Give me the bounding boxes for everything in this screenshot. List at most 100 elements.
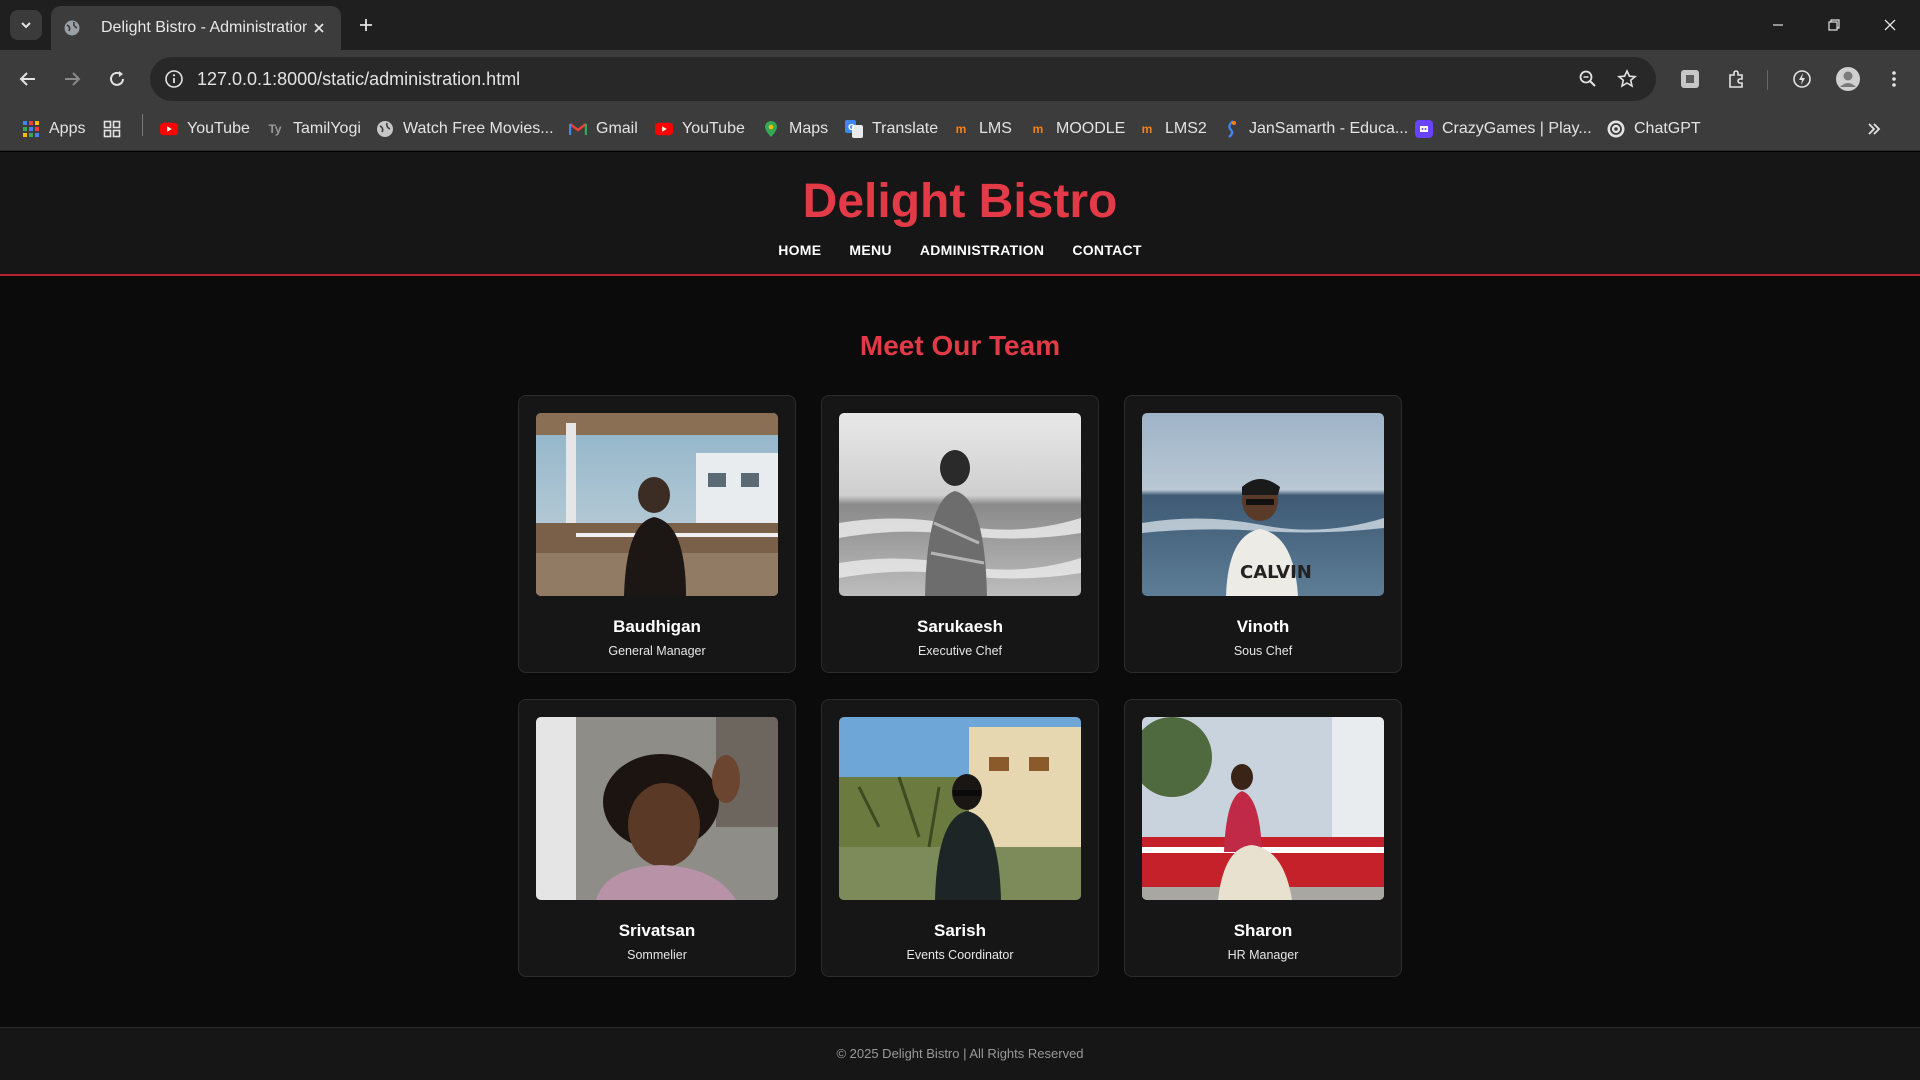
- team-card: Sarish Events Coordinator: [821, 699, 1099, 977]
- team-member-photo: [536, 717, 778, 900]
- site-brand[interactable]: Delight Bistro: [0, 174, 1920, 229]
- reload-button[interactable]: [101, 63, 133, 95]
- bookmark-moodle[interactable]: m MOODLE: [1029, 117, 1126, 141]
- bookmark-lms2[interactable]: m LMS2: [1138, 117, 1207, 141]
- team-card: Srivatsan Sommelier: [518, 699, 796, 977]
- team-card: Sarukaesh Executive Chef: [821, 395, 1099, 673]
- bookmark-label: YouTube: [682, 120, 745, 137]
- bookmark-lms[interactable]: m LMS: [952, 117, 1012, 141]
- minimize-button[interactable]: [1750, 0, 1806, 50]
- bookmark-apps[interactable]: Apps: [22, 117, 85, 141]
- tab-groups-button[interactable]: [103, 117, 130, 141]
- bookmarks-bar: Apps YouTube Ty TamilYogi Watch Free Mov…: [0, 107, 1920, 151]
- nav-administration[interactable]: ADMINISTRATION: [920, 242, 1045, 258]
- bookmark-label: Translate: [872, 120, 939, 137]
- moodle-icon: m: [1032, 122, 1044, 136]
- bookmark-label: LMS2: [1165, 120, 1207, 137]
- plus-icon: [360, 19, 372, 31]
- team-grid: Baudhigan General Manager Sarukaesh Exec…: [518, 395, 1402, 977]
- extensions-puzzle-icon[interactable]: [1720, 63, 1752, 95]
- restore-button[interactable]: [1806, 0, 1862, 50]
- bookmark-youtube-1[interactable]: YouTube: [160, 117, 250, 141]
- apps-grid-icon: [22, 120, 40, 138]
- team-member-photo: [536, 413, 778, 596]
- site-info-icon[interactable]: [160, 65, 188, 93]
- team-member-photo: [1142, 717, 1384, 900]
- main-nav: HOME MENU ADMINISTRATION CONTACT: [0, 242, 1920, 258]
- site-footer: © 2025 Delight Bistro | All Rights Reser…: [0, 1027, 1920, 1080]
- bookmark-crazygames[interactable]: CrazyGames | Play...: [1415, 117, 1592, 141]
- browser-menu-icon[interactable]: [1878, 63, 1910, 95]
- tab-search-button[interactable]: [10, 10, 42, 40]
- team-card: CALVIN Vinoth Sous Chef: [1124, 395, 1402, 673]
- bookmark-jansamarth[interactable]: JanSamarth - Educa...: [1222, 117, 1408, 141]
- bookmark-star-icon[interactable]: [1613, 65, 1641, 93]
- bookmark-watch-free-movies[interactable]: Watch Free Movies...: [376, 117, 554, 141]
- team-member-name: Baudhigan: [613, 617, 701, 636]
- bookmark-label: TamilYogi: [293, 120, 361, 137]
- bookmark-gmail[interactable]: Gmail: [569, 117, 638, 141]
- tab-groups-icon: [103, 120, 121, 138]
- bookmark-youtube-2[interactable]: YouTube: [655, 117, 745, 141]
- tab-close-icon[interactable]: [307, 16, 331, 40]
- bookmark-chatgpt[interactable]: ChatGPT: [1607, 117, 1701, 141]
- chevron-down-icon: [21, 22, 31, 29]
- bookmark-label: MOODLE: [1056, 120, 1126, 137]
- bookmark-tamilyogi[interactable]: Ty TamilYogi: [266, 117, 361, 141]
- performance-icon[interactable]: [1786, 63, 1818, 95]
- chatgpt-icon: [1607, 120, 1625, 138]
- team-member-role: Sous Chef: [1233, 644, 1293, 658]
- team-member-photo: [839, 717, 1081, 900]
- arrow-right-icon: [65, 72, 81, 86]
- address-bar[interactable]: 127.0.0.1:8000/static/administration.htm…: [150, 57, 1656, 101]
- browser-tab-active[interactable]: Delight Bistro - Administration: [51, 6, 341, 50]
- nav-menu[interactable]: MENU: [849, 242, 891, 258]
- team-member-name: Sarish: [934, 921, 986, 940]
- bookmark-translate[interactable]: G Translate: [845, 117, 938, 141]
- bookmark-label: Gmail: [596, 120, 638, 137]
- maps-icon: [762, 120, 780, 138]
- bookmark-label: JanSamarth - Educa...: [1249, 120, 1409, 137]
- new-tab-button[interactable]: [352, 11, 380, 39]
- bookmark-maps[interactable]: Maps: [762, 117, 828, 141]
- moodle-icon: m: [1141, 122, 1153, 136]
- bookmark-label: Watch Free Movies...: [403, 120, 554, 137]
- close-icon: [1884, 19, 1896, 31]
- profile-avatar[interactable]: [1832, 63, 1864, 95]
- bookmark-label: Apps: [49, 120, 86, 137]
- site-header: Delight Bistro HOME MENU ADMINISTRATION …: [0, 152, 1920, 276]
- toolbar-divider: [1767, 70, 1768, 90]
- footer-copyright: © 2025 Delight Bistro | All Rights Reser…: [836, 1046, 1084, 1061]
- back-button[interactable]: [12, 63, 44, 95]
- tab-title: Delight Bistro - Administration: [101, 19, 307, 36]
- close-window-button[interactable]: [1862, 0, 1918, 50]
- team-card: Sharon HR Manager: [1124, 699, 1402, 977]
- arrow-left-icon: [19, 72, 35, 86]
- moodle-icon: m: [955, 122, 967, 136]
- youtube-icon: [655, 120, 673, 138]
- nav-home[interactable]: HOME: [778, 242, 821, 258]
- team-member-role: Executive Chef: [917, 644, 1003, 658]
- forward-button[interactable]: [56, 63, 88, 95]
- translate-icon: G: [845, 120, 863, 138]
- team-member-name: Vinoth: [1236, 617, 1290, 636]
- extension-icon[interactable]: [1674, 63, 1706, 95]
- bookmark-label: LMS: [979, 120, 1012, 137]
- youtube-icon: [160, 120, 178, 138]
- bookmarks-divider: [142, 114, 143, 136]
- url-text[interactable]: 127.0.0.1:8000/static/administration.htm…: [197, 69, 520, 90]
- web-page: Delight Bistro HOME MENU ADMINISTRATION …: [0, 152, 1920, 1080]
- team-member-name: Sarukaesh: [917, 617, 1003, 636]
- team-section-title: Meet Our Team: [859, 330, 1061, 361]
- bookmark-label: Maps: [789, 120, 829, 137]
- tamilyogi-icon: Ty: [268, 122, 282, 136]
- crazygames-icon: [1415, 120, 1433, 138]
- bookmarks-overflow-button[interactable]: [1866, 117, 1882, 141]
- browser-tab-bar: Delight Bistro - Administration: [0, 0, 1920, 50]
- bookmark-label: CrazyGames | Play...: [1442, 120, 1592, 137]
- zoom-icon[interactable]: [1574, 65, 1602, 93]
- gmail-icon: [569, 120, 587, 138]
- team-member-role: General Manager: [608, 644, 706, 658]
- browser-toolbar: 127.0.0.1:8000/static/administration.htm…: [0, 50, 1920, 107]
- nav-contact[interactable]: CONTACT: [1072, 242, 1142, 258]
